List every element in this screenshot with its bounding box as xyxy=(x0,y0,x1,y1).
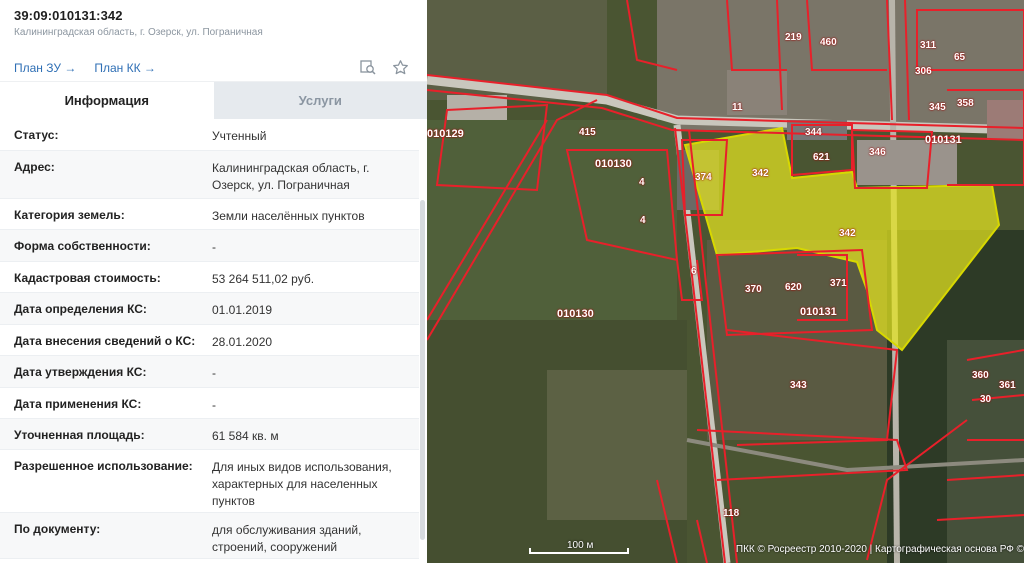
cadastral-number: 39:09:010131:342 xyxy=(14,8,123,23)
panel-header: 39:09:010131:342 Калининградская область… xyxy=(0,0,427,82)
parcel-label: 361 xyxy=(999,380,1016,391)
parcel-label: 219 xyxy=(785,32,802,43)
row-value: 61 584 кв. м xyxy=(212,429,279,443)
property-list: Статус: Учтенный Адрес: Калининградская об… xyxy=(0,119,419,559)
parcel-label: 346 xyxy=(869,147,886,158)
row-value: Калининградская область, г. Озерск, ул. … xyxy=(212,161,370,192)
parcel-label: 306 xyxy=(915,66,932,77)
info-panel: 39:09:010131:342 Калининградская область… xyxy=(0,0,427,563)
parcel-label: 345 xyxy=(929,102,946,113)
quarter-label: 010131 xyxy=(800,306,837,318)
row-key: Дата применения КС: xyxy=(14,397,142,411)
row-value: для обслуживания зданий, строений, соору… xyxy=(212,523,362,554)
row-entry-date: Дата внесения сведений о КС: 28.01.2020 xyxy=(0,325,419,356)
cadastral-map[interactable]: 010129 010130 010130 010131 010131 342 3… xyxy=(427,0,1024,563)
row-value: - xyxy=(212,398,216,412)
parcel-label: 343 xyxy=(790,380,807,391)
row-cadastral-value: Кадастровая стоимость: 53 264 511,02 руб. xyxy=(0,262,419,293)
header-actions xyxy=(359,58,409,76)
parcel-label: 371 xyxy=(830,278,847,289)
quarter-label: 010131 xyxy=(925,134,962,146)
parcel-label: 374 xyxy=(695,172,712,183)
row-key: Кадастровая стоимость: xyxy=(14,271,161,285)
row-key: Уточненная площадь: xyxy=(14,428,145,442)
row-by-document: По документу: для обслуживания зданий, ст… xyxy=(0,513,419,559)
row-ownership: Форма собственности: - xyxy=(0,230,419,262)
map-search-icon[interactable] xyxy=(359,58,377,76)
row-value: Земли населённых пунктов xyxy=(212,209,365,223)
row-key: Адрес: xyxy=(14,160,55,174)
row-value: - xyxy=(212,240,216,254)
row-value-date: Дата определения КС: 01.01.2019 xyxy=(0,293,419,325)
quarter-label: 010130 xyxy=(595,158,632,170)
row-value: 01.01.2019 xyxy=(212,303,273,317)
quarter-label: 010129 xyxy=(427,128,464,140)
parcel-label: 4 xyxy=(640,215,646,226)
row-key: Дата определения КС: xyxy=(14,302,147,316)
parcel-label: 11 xyxy=(732,102,743,113)
row-value: 53 264 511,02 руб. xyxy=(212,272,315,286)
row-key: Статус: xyxy=(14,128,59,142)
row-address: Адрес: Калининградская область, г. Озерск… xyxy=(0,151,419,199)
row-approval-date: Дата утверждения КС: - xyxy=(0,356,419,388)
parcel-label: 620 xyxy=(785,282,802,293)
parcel-label: 342 xyxy=(839,228,856,239)
map-copyright: ПКК © Росреестр 2010-2020 | Картографиче… xyxy=(735,544,1024,555)
map-scale-label: 100 м xyxy=(567,540,594,551)
parcel-label: 621 xyxy=(813,152,830,163)
address-subtitle: Калининградская область, г. Озерск, ул. … xyxy=(14,27,263,38)
row-key: По документу: xyxy=(14,522,101,536)
parcel-label: 360 xyxy=(972,370,989,381)
plan-links: План ЗУ → План КК → xyxy=(14,61,156,75)
row-value: Учтенный xyxy=(212,129,267,143)
row-value: 28.01.2020 xyxy=(212,335,273,349)
parcel-label: 344 xyxy=(805,127,822,138)
row-status: Статус: Учтенный xyxy=(0,119,419,151)
plan-zu-link[interactable]: План ЗУ → xyxy=(14,61,76,75)
row-application-date: Дата применения КС: - xyxy=(0,388,419,419)
row-value: Для иных видов использования, характерны… xyxy=(212,460,392,508)
tab-bar: Информация Услуги xyxy=(0,82,427,119)
row-key: Дата внесения сведений о КС: xyxy=(14,334,196,348)
row-permitted-use: Разрешенное использование: Для иных видов… xyxy=(0,450,419,513)
parcel-label: 6 xyxy=(691,266,697,277)
row-area: Уточненная площадь: 61 584 кв. м xyxy=(0,419,419,450)
quarter-label: 010130 xyxy=(557,308,594,320)
row-key: Дата утверждения КС: xyxy=(14,365,147,379)
row-land-category: Категория земель: Земли населённых пункто… xyxy=(0,199,419,230)
parcel-label: 65 xyxy=(954,52,966,63)
parcel-label: 342 xyxy=(752,168,769,179)
row-key: Разрешенное использование: xyxy=(14,459,193,473)
row-value: - xyxy=(212,366,216,380)
parcel-label: 311 xyxy=(920,40,937,51)
parcel-label: 4 xyxy=(639,177,645,188)
tab-services[interactable]: Услуги xyxy=(213,82,427,119)
parcel-label: 370 xyxy=(745,284,762,295)
star-icon[interactable] xyxy=(391,58,409,76)
tab-information[interactable]: Информация xyxy=(0,82,214,119)
row-key: Форма собственности: xyxy=(14,239,151,253)
row-key: Категория земель: xyxy=(14,208,125,222)
parcel-label: 118 xyxy=(723,508,740,519)
parcel-label: 30 xyxy=(980,394,992,405)
map-canvas xyxy=(427,0,1024,563)
parcel-label: 415 xyxy=(579,127,596,138)
parcel-label: 460 xyxy=(820,37,837,48)
plan-kk-link[interactable]: План КК → xyxy=(94,61,156,75)
scrollbar[interactable] xyxy=(420,200,425,540)
parcel-label: 358 xyxy=(957,98,974,109)
